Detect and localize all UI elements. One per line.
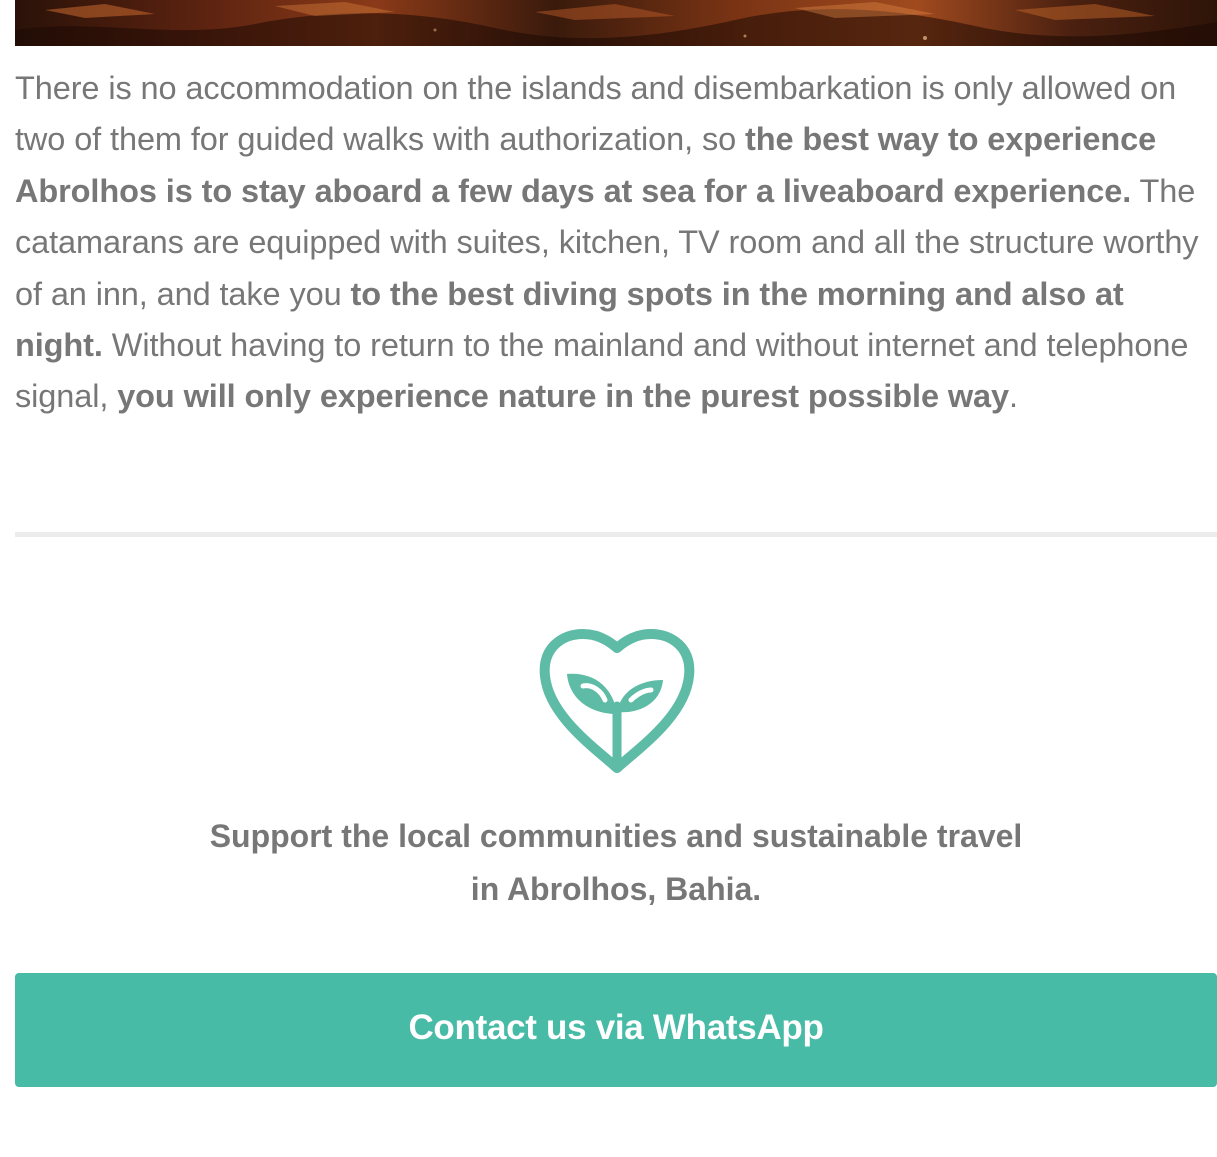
heart-sprout-icon [537,628,697,778]
support-line-2: in Abrolhos, Bahia. [470,871,762,907]
section-divider [15,532,1217,537]
underwater-photo [15,0,1217,46]
whatsapp-contact-button[interactable]: Contact us via WhatsApp [15,973,1217,1087]
article-highlight-3: you will only experience nature in the p… [117,378,1009,415]
article-text-4: . [1009,378,1018,415]
support-message: Support the local communities and sustai… [0,810,1217,916]
support-line-1: Support the local communities and sustai… [209,818,1023,854]
article-paragraph: There is no accommodation on the islands… [15,63,1215,423]
page: There is no accommodation on the islands… [0,0,1217,1157]
